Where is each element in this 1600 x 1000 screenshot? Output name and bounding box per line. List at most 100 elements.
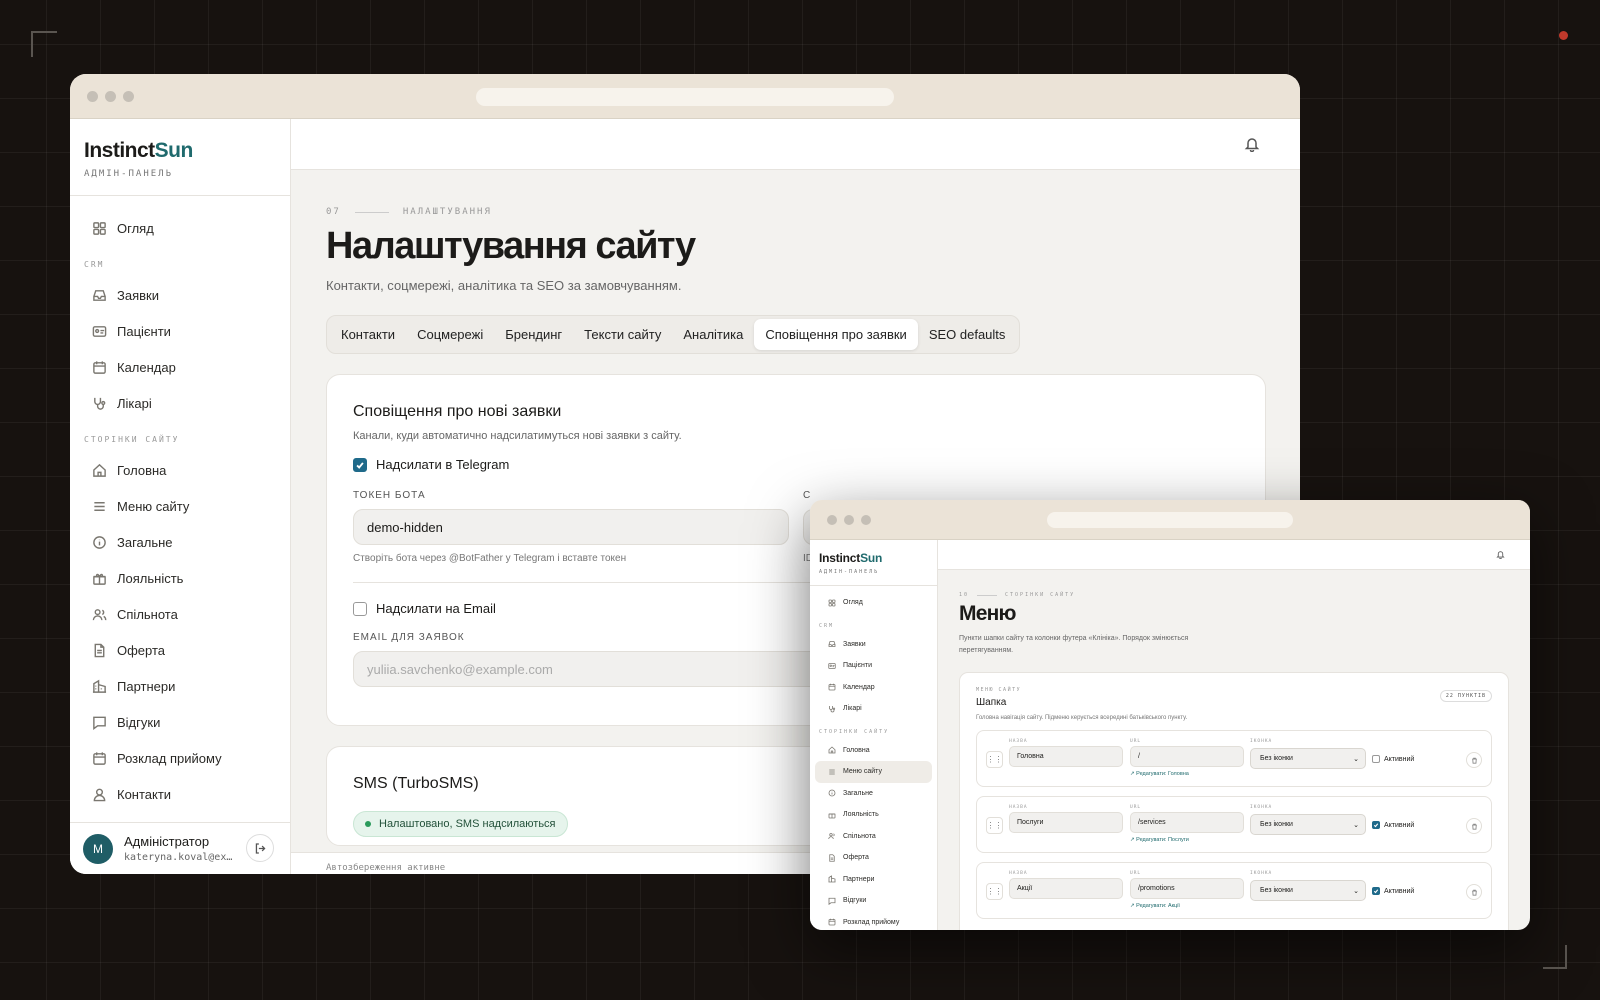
bell-icon[interactable] — [1244, 136, 1260, 152]
sidebar-item-loyalty[interactable]: Лояльність — [815, 804, 932, 826]
menu-item-name-input[interactable]: Акції — [1009, 878, 1123, 899]
tab-contacts[interactable]: Контакти — [330, 319, 406, 350]
sidebar-item-partners[interactable]: Партнери — [70, 668, 290, 704]
icon-select[interactable]: Без іконки ⌄ — [1250, 748, 1366, 769]
tab-seo-defaults[interactable]: SEO defaults — [918, 319, 1017, 350]
logout-button[interactable] — [246, 834, 274, 862]
brand-logo[interactable]: InstinctSun — [84, 139, 276, 163]
sidebar-item-doctors[interactable]: Лікарі — [70, 385, 290, 421]
sidebar-item-schedule[interactable]: Розклад прийому — [70, 740, 290, 776]
menu-item-name-input[interactable]: Головна — [1009, 746, 1123, 767]
active-checkbox[interactable] — [1372, 887, 1380, 895]
sidebar-item-community[interactable]: Спільнота — [815, 826, 932, 848]
window-minimize-dot[interactable] — [105, 91, 116, 102]
icon-select[interactable]: Без іконки ⌄ — [1250, 814, 1366, 835]
active-checkbox[interactable] — [1372, 755, 1380, 763]
checkmark-icon — [1373, 889, 1379, 894]
bot-token-input[interactable]: demo-hidden — [353, 509, 789, 545]
sidebar-item-schedule[interactable]: Розклад прийому — [815, 912, 932, 931]
calendar-icon — [93, 751, 106, 765]
sidebar-item-site-menu[interactable]: Меню сайту — [815, 761, 932, 783]
address-bar[interactable] — [476, 88, 894, 106]
sidebar-item-home[interactable]: Головна — [70, 452, 290, 488]
icon-select-value: Без іконки — [1260, 821, 1293, 828]
stethoscope-icon — [94, 397, 106, 410]
sidebar-item-general[interactable]: Загальне — [70, 524, 290, 560]
page-section: СТОРІНКИ САЙТУ — [1005, 592, 1076, 598]
sidebar-item-overview[interactable]: Огляд — [70, 210, 290, 246]
grid-icon — [93, 221, 106, 235]
sidebar-item-label: Лояльність — [843, 811, 879, 819]
sidebar-item-patients[interactable]: Пацієнти — [815, 655, 932, 677]
active-toggle[interactable]: Активний — [1372, 887, 1414, 895]
sidebar-item-reviews[interactable]: Відгуки — [70, 704, 290, 740]
address-bar[interactable] — [1047, 512, 1293, 528]
sidebar-item-label: Загальне — [117, 534, 173, 550]
edit-page-link[interactable]: ↗ Редагувати: Послуги — [1130, 837, 1189, 843]
active-toggle[interactable]: Активний — [1372, 755, 1414, 763]
delete-button[interactable] — [1466, 818, 1482, 834]
sidebar-item-label: Лояльність — [117, 570, 184, 586]
window-zoom-dot[interactable] — [123, 91, 134, 102]
info-icon — [93, 535, 106, 549]
delete-button[interactable] — [1466, 752, 1482, 768]
window-close-dot[interactable] — [827, 515, 837, 525]
tab-social[interactable]: Соцмережі — [406, 319, 494, 350]
avatar[interactable]: M — [83, 833, 113, 864]
sidebar-item-general[interactable]: Загальне — [815, 783, 932, 805]
building-icon — [92, 679, 107, 693]
tab-analytics[interactable]: Аналітика — [672, 319, 754, 350]
tab-site-texts[interactable]: Тексти сайту — [573, 319, 672, 350]
drag-handle-icon[interactable]: ⋮⋮ — [986, 751, 1003, 768]
sidebar-item-label: Спільнота — [843, 832, 876, 840]
sidebar-item-loyalty[interactable]: Лояльність — [70, 560, 290, 596]
sidebar-item-site-menu[interactable]: Меню сайту — [70, 488, 290, 524]
name-column-label: НАЗВА — [1009, 805, 1028, 810]
sidebar-item-offer[interactable]: Оферта — [815, 847, 932, 869]
sidebar-item-doctors[interactable]: Лікарі — [815, 698, 932, 720]
sidebar-item-requests[interactable]: Заявки — [815, 634, 932, 656]
icon-select[interactable]: Без іконки ⌄ — [1250, 880, 1366, 901]
tab-branding[interactable]: Брендинг — [494, 319, 573, 350]
delete-button[interactable] — [1466, 884, 1482, 900]
sidebar-item-overview[interactable]: Огляд — [815, 592, 932, 614]
email-checkbox[interactable] — [353, 601, 367, 616]
brand-logo[interactable]: InstinctSun — [819, 551, 928, 565]
window-zoom-dot[interactable] — [861, 515, 871, 525]
email-input[interactable]: yuliia.savchenko@example.com — [353, 651, 823, 687]
active-checkbox[interactable] — [1372, 821, 1380, 829]
drag-handle-icon[interactable]: ⋮⋮ — [986, 883, 1003, 900]
sidebar-item-home[interactable]: Головна — [815, 740, 932, 762]
sidebar-item-partners[interactable]: Партнери — [815, 869, 932, 891]
sidebar-item-community[interactable]: Спільнота — [70, 596, 290, 632]
edit-page-link[interactable]: ↗ Редагувати: Головна — [1130, 771, 1189, 777]
drag-handle-icon[interactable]: ⋮⋮ — [986, 817, 1003, 834]
sidebar-item-contacts[interactable]: Контакти — [70, 776, 290, 812]
menu-item-name-input[interactable]: Послуги — [1009, 812, 1123, 833]
menu-item-url-input[interactable]: /promotions — [1130, 878, 1244, 899]
sidebar-item-calendar[interactable]: Календар — [815, 677, 932, 699]
sidebar: InstinctSun АДМІН-ПАНЕЛЬ Огляд CRM Заявк… — [810, 540, 938, 930]
tab-notifications[interactable]: Сповіщення про заявки — [754, 319, 918, 350]
settings-tabs: Контакти Соцмережі Брендинг Тексти сайту… — [326, 315, 1021, 354]
sidebar-item-requests[interactable]: Заявки — [70, 277, 290, 313]
bell-icon[interactable] — [1496, 550, 1505, 559]
window-close-dot[interactable] — [87, 91, 98, 102]
edit-page-link[interactable]: ↗ Редагувати: Акції — [1130, 903, 1180, 909]
user-name: Адміністратор — [124, 834, 210, 849]
window-minimize-dot[interactable] — [844, 515, 854, 525]
menu-item-url-input[interactable]: /services — [1130, 812, 1244, 833]
sidebar-item-label: Спільнота — [117, 606, 178, 622]
active-toggle[interactable]: Активний — [1372, 821, 1414, 829]
sidebar-item-calendar[interactable]: Календар — [70, 349, 290, 385]
sidebar-item-offer[interactable]: Оферта — [70, 632, 290, 668]
sidebar-item-patients[interactable]: Пацієнти — [70, 313, 290, 349]
menu-item-url-input[interactable]: / — [1130, 746, 1244, 767]
users-icon — [828, 833, 835, 840]
menu-browser-window: InstinctSun АДМІН-ПАНЕЛЬ Огляд CRM Заявк… — [810, 500, 1530, 930]
page-number: 10 — [959, 592, 970, 598]
page-content: 10 СТОРІНКИ САЙТУ Меню Пункти шапки сайту… — [959, 570, 1509, 930]
inbox-icon — [828, 641, 836, 648]
telegram-checkbox[interactable] — [353, 457, 367, 472]
sidebar-item-reviews[interactable]: Відгуки — [815, 890, 932, 912]
